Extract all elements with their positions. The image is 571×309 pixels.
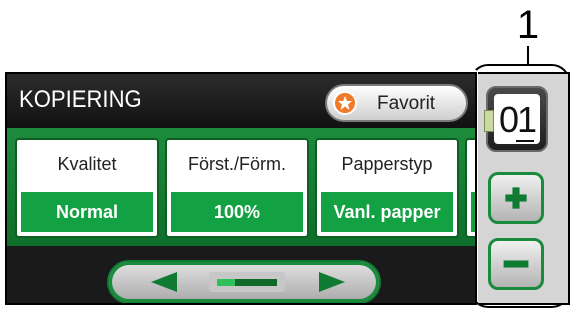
screen-title: KOPIERING	[19, 86, 142, 113]
quality-card[interactable]: Kvalitet Normal	[15, 138, 159, 238]
arrow-left-icon[interactable]	[149, 271, 179, 293]
copies-tab	[484, 110, 494, 132]
plus-icon	[505, 187, 527, 209]
paper-type-label: Papperstyp	[341, 154, 433, 174]
paper-type-value: Vanl. papper	[321, 192, 453, 232]
copies-display: 01	[484, 86, 548, 152]
minus-icon	[503, 260, 529, 268]
copies-count: 01	[494, 94, 540, 144]
scroll-indicator	[209, 272, 285, 292]
next-card-value	[471, 192, 475, 232]
scroll-thumb	[217, 279, 235, 286]
star-icon	[333, 91, 357, 115]
copies-panel: 01	[478, 72, 570, 305]
lcd-screen: KOPIERING Favorit Kvalitet Normal Först.…	[5, 72, 477, 305]
title-bar: KOPIERING Favorit	[7, 74, 475, 128]
callout-number: 1	[516, 3, 540, 47]
favorite-button[interactable]: Favorit	[325, 84, 468, 122]
paper-type-card[interactable]: Papperstyp Vanl. papper	[315, 138, 459, 238]
navigation-bar	[107, 260, 381, 303]
enlarge-reduce-value: 100%	[171, 192, 303, 232]
copies-cursor	[516, 140, 534, 142]
favorite-label: Favorit	[377, 93, 436, 114]
arrow-right-icon[interactable]	[317, 271, 347, 293]
increase-copies-button[interactable]	[488, 172, 544, 224]
enlarge-reduce-card[interactable]: Först./Förm. 100%	[165, 138, 309, 238]
next-card-partial[interactable]	[465, 138, 475, 238]
enlarge-reduce-label: Först./Förm.	[188, 154, 286, 174]
quality-label: Kvalitet	[57, 154, 117, 174]
callout-line	[527, 46, 529, 66]
settings-band: Kvalitet Normal Först./Förm. 100% Papper…	[7, 128, 475, 246]
quality-value: Normal	[21, 192, 153, 232]
decrease-copies-button[interactable]	[488, 238, 544, 290]
